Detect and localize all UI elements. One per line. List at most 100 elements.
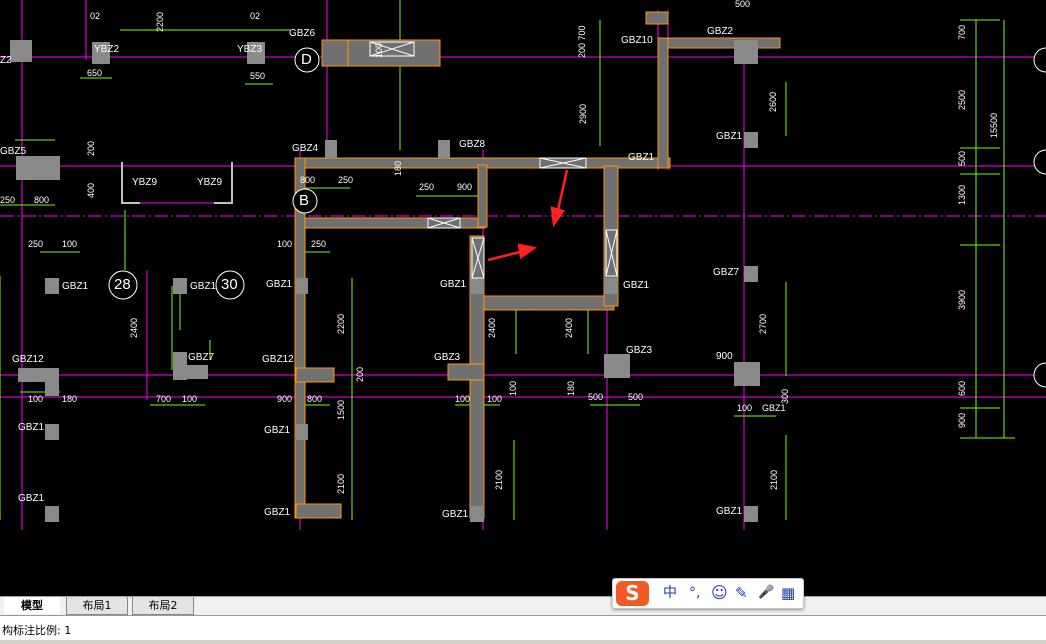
component-label: Z2 bbox=[0, 55, 12, 66]
component-label: YBZ9 bbox=[197, 177, 223, 188]
axis-bubble-label: 28 bbox=[114, 276, 131, 293]
axis-bubbles bbox=[108, 47, 1046, 388]
dim-label-vertical: 2900 bbox=[578, 103, 588, 124]
axis-bubble-label: D bbox=[301, 51, 312, 68]
emoji-icon[interactable]: ☺ bbox=[711, 583, 728, 603]
dim-label-vertical: 2600 bbox=[768, 91, 778, 112]
dim-label: 900 bbox=[457, 182, 473, 192]
dim-label-vertical: 2100 bbox=[336, 473, 346, 494]
dim-label: 2200 bbox=[155, 11, 165, 32]
dim-label-vertical: 300 bbox=[780, 388, 790, 404]
dim-label: 100 bbox=[455, 394, 471, 404]
dim-label-vertical: 2100 bbox=[769, 469, 779, 490]
dim-label-vertical: 2700 bbox=[758, 313, 768, 334]
dim-label: 02 bbox=[250, 11, 261, 21]
dim-label-vertical: 700 bbox=[957, 24, 967, 40]
dim-label: 900 bbox=[277, 394, 293, 404]
component-label: GBZ7 bbox=[713, 267, 740, 278]
dim-label-vertical: 3900 bbox=[957, 289, 967, 310]
axis-bubble-label: 30 bbox=[221, 276, 238, 293]
component-label: GBZ1 bbox=[716, 131, 743, 142]
dim-label-vertical: 600 bbox=[957, 380, 967, 396]
dim-label-vertical: 400 bbox=[86, 182, 96, 198]
dim-label: 500 bbox=[588, 392, 604, 402]
microphone-icon[interactable]: 🎤 bbox=[758, 583, 774, 603]
component-label: GBZ1 bbox=[628, 152, 655, 163]
punctuation-icon[interactable]: °, bbox=[689, 583, 700, 603]
dim-label: 100 bbox=[28, 394, 44, 404]
dim-label: 250 bbox=[419, 182, 435, 192]
component-label: GBZ1 bbox=[623, 280, 650, 291]
axis-bubble-label: B bbox=[299, 192, 310, 209]
component-label: GBZ1 bbox=[716, 506, 743, 517]
dim-label: 800 bbox=[307, 394, 323, 404]
component-label: 900 bbox=[716, 351, 733, 362]
component-label: GBZ1 bbox=[264, 425, 291, 436]
component-label: GBZ1 bbox=[190, 281, 217, 292]
component-label: GBZ4 bbox=[292, 143, 319, 154]
chinese-mode-icon[interactable]: 中 bbox=[663, 583, 677, 603]
dim-label: 250 bbox=[0, 195, 16, 205]
ime-toolbar[interactable]: S 中 °, ☺ ✎ 🎤 ▦ bbox=[612, 578, 804, 609]
component-label: GBZ1 bbox=[442, 509, 469, 520]
tab-layout2[interactable]: 布局2 bbox=[132, 597, 194, 615]
dim-label: 650 bbox=[87, 68, 103, 78]
dim-label-vertical: 2400 bbox=[564, 317, 574, 338]
dim-label-vertical: 2100 bbox=[494, 469, 504, 490]
component-label: YBZ9 bbox=[132, 177, 158, 188]
dimension-lines bbox=[0, 0, 1015, 520]
sogou-logo-icon[interactable]: S bbox=[616, 581, 649, 606]
dim-label-vertical: 2200 bbox=[336, 313, 346, 334]
tab-model[interactable]: 模型 bbox=[4, 597, 60, 614]
dim-label-vertical: 15500 bbox=[989, 112, 999, 138]
component-label: GBZ12 bbox=[12, 354, 44, 365]
dim-label-vertical: 900 bbox=[957, 412, 967, 428]
dim-label-vertical: 1500 bbox=[336, 399, 346, 420]
component-label: GBZ2 bbox=[707, 26, 734, 37]
drawing-canvas[interactable]: D B 28 30 02 2200 02 GBZ6 YBZ2 YBZ3 650 … bbox=[0, 0, 1046, 596]
command-line[interactable]: 构标注比例: 1 bbox=[0, 615, 1046, 644]
cad-geometry bbox=[0, 0, 1046, 530]
dim-label-vertical: 180 bbox=[393, 160, 403, 176]
component-label: GBZ5 bbox=[0, 146, 27, 157]
dim-label: GBZ1 bbox=[762, 403, 786, 413]
component-label: GBZ1 bbox=[62, 281, 89, 292]
pen-icon[interactable]: ✎ bbox=[735, 583, 748, 603]
dim-label-vertical: 1300 bbox=[957, 184, 967, 205]
dim-label: 550 bbox=[250, 71, 266, 81]
component-label: YBZ3 bbox=[237, 44, 263, 55]
dim-label-vertical: 180 bbox=[566, 380, 576, 396]
dim-label-vertical: 2500 bbox=[957, 89, 967, 110]
dim-label: 180 bbox=[62, 394, 78, 404]
component-label: GBZ3 bbox=[626, 345, 653, 356]
dim-label-vertical: 200 bbox=[355, 366, 365, 382]
dim-label-vertical: 100 bbox=[508, 380, 518, 396]
layout-tab-bar: 模型 布局1 布局2 bbox=[0, 596, 1046, 616]
dim-label: 100 bbox=[62, 239, 78, 249]
component-label: YBZ2 bbox=[94, 44, 120, 55]
component-label: GBZ10 bbox=[621, 35, 653, 46]
walls bbox=[294, 11, 781, 519]
component-label: GBZ8 bbox=[459, 139, 486, 150]
dim-label-vertical: 2400 bbox=[487, 317, 497, 338]
dim-label: 100 bbox=[277, 239, 293, 249]
status-bar bbox=[0, 640, 1046, 644]
component-label: GBZ12 bbox=[262, 354, 294, 365]
dim-label-vertical: 2400 bbox=[129, 317, 139, 338]
tab-layout1[interactable]: 布局1 bbox=[66, 597, 128, 615]
component-label: GBZ1 bbox=[18, 493, 45, 504]
dim-label: 02 bbox=[90, 11, 101, 21]
dim-label: 800 bbox=[34, 195, 50, 205]
component-label: GBZ7 bbox=[188, 352, 215, 363]
dim-label: 500 bbox=[628, 392, 644, 402]
toolbox-icon[interactable]: ▦ bbox=[781, 583, 795, 603]
component-label: GBZ6 bbox=[289, 28, 316, 39]
dim-label-vertical: 100 bbox=[374, 42, 384, 58]
command-line-text: 构标注比例: 1 bbox=[2, 624, 72, 637]
component-label: GBZ1 bbox=[266, 279, 293, 290]
component-label: GBZ3 bbox=[434, 352, 461, 363]
component-label: GBZ1 bbox=[264, 507, 291, 518]
dim-label: 100 bbox=[737, 403, 753, 413]
dim-label: 800 bbox=[300, 175, 316, 185]
red-arrows bbox=[487, 169, 569, 262]
